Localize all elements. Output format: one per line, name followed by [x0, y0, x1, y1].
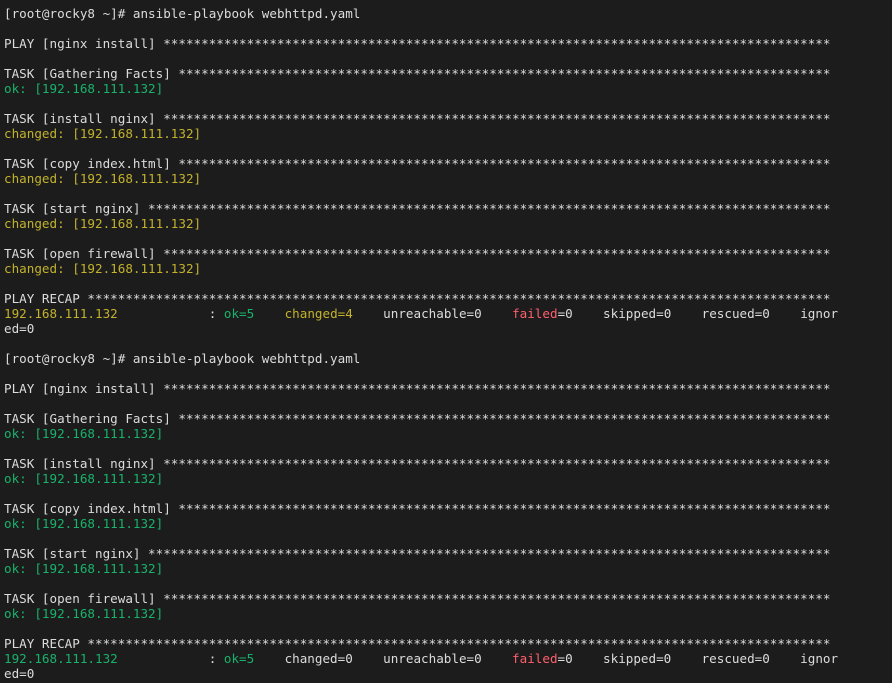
terminal-line: ed=0: [4, 321, 888, 336]
terminal-text-default: [254, 306, 284, 321]
terminal-text-changed: changed: [192.168.111.132]: [4, 261, 202, 276]
terminal-line: changed: [192.168.111.132]: [4, 261, 888, 276]
terminal-text-default: TASK [open firewall] *******************…: [4, 246, 831, 261]
terminal-text-default: ed=0: [4, 666, 35, 681]
terminal-text-changed: changed: [192.168.111.132]: [4, 216, 202, 231]
terminal-text-changed: 192.168.111.132: [4, 306, 118, 321]
terminal-line: TASK [start nginx] *********************…: [4, 201, 888, 216]
terminal-text-default: PLAY RECAP *****************************…: [4, 291, 831, 306]
terminal-line: PLAY [nginx install] *******************…: [4, 36, 888, 51]
terminal-text-default: TASK [start nginx] *********************…: [4, 201, 831, 216]
terminal-text-ok: ok=5: [223, 306, 255, 321]
terminal-line: ok: [192.168.111.132]: [4, 516, 888, 531]
terminal-text-ok: ok: [192.168.111.132]: [4, 426, 164, 441]
terminal-line: TASK [Gathering Facts] *****************…: [4, 66, 888, 81]
terminal-text-default: TASK [open firewall] *******************…: [4, 591, 831, 606]
terminal-text-default: PLAY [nginx install] *******************…: [4, 381, 831, 396]
terminal-line: 192.168.111.132 : ok=5 changed=0 unreach…: [4, 651, 888, 666]
terminal-text-ok: ok=5: [223, 651, 255, 666]
terminal-text-default: :: [117, 651, 224, 666]
terminal-line: changed: [192.168.111.132]: [4, 216, 888, 231]
terminal-line: TASK [Gathering Facts] *****************…: [4, 411, 888, 426]
terminal-line: ed=0: [4, 666, 888, 681]
terminal-text-default: PLAY [nginx install] *******************…: [4, 36, 831, 51]
terminal-text-ok: ok: [192.168.111.132]: [4, 81, 164, 96]
terminal-line: PLAY RECAP *****************************…: [4, 636, 888, 651]
terminal-text-default: TASK [Gathering Facts] *****************…: [4, 411, 831, 426]
terminal-text-failed: failed: [512, 651, 558, 666]
terminal-line: TASK [copy index.html] *****************…: [4, 501, 888, 516]
terminal-line: [root@rocky8 ~]# ansible-playbook webhtt…: [4, 6, 888, 21]
terminal-text-default: TASK [start nginx] *********************…: [4, 546, 831, 561]
terminal-line: [root@rocky8 ~]# ansible-playbook webhtt…: [4, 351, 888, 366]
terminal-text-default: =0 skipped=0 rescued=0 ignor: [557, 651, 839, 666]
terminal-text-ok: ok: [192.168.111.132]: [4, 516, 164, 531]
terminal-line: PLAY RECAP *****************************…: [4, 291, 888, 306]
terminal-line: ok: [192.168.111.132]: [4, 606, 888, 621]
terminal-line: TASK [open firewall] *******************…: [4, 591, 888, 606]
terminal-line: ok: [192.168.111.132]: [4, 81, 888, 96]
terminal-line: changed: [192.168.111.132]: [4, 171, 888, 186]
terminal-line: ok: [192.168.111.132]: [4, 561, 888, 576]
terminal-text-default: changed=0 unreachable=0: [254, 651, 513, 666]
terminal-text-default: TASK [copy index.html] *****************…: [4, 501, 831, 516]
terminal-line: TASK [install nginx] *******************…: [4, 456, 888, 471]
terminal-line: TASK [start nginx] *********************…: [4, 546, 888, 561]
terminal-text-default: ed=0: [4, 321, 35, 336]
terminal-text-ok: ok: [192.168.111.132]: [4, 606, 164, 621]
terminal-text-default: :: [117, 306, 224, 321]
terminal-line: ok: [192.168.111.132]: [4, 471, 888, 486]
terminal-text-default: [root@rocky8 ~]# ansible-playbook webhtt…: [4, 351, 361, 366]
terminal-text-changed: changed: [192.168.111.132]: [4, 171, 202, 186]
terminal-text-ok: ok: [192.168.111.132]: [4, 471, 164, 486]
terminal-line: 192.168.111.132 : ok=5 changed=4 unreach…: [4, 306, 888, 321]
terminal-text-default: [root@rocky8 ~]# ansible-playbook webhtt…: [4, 6, 361, 21]
terminal-text-changed: changed: [192.168.111.132]: [4, 126, 202, 141]
terminal-text-failed: failed: [512, 306, 558, 321]
terminal-text-ok: ok: [192.168.111.132]: [4, 561, 164, 576]
terminal-line: TASK [copy index.html] *****************…: [4, 156, 888, 171]
terminal-text-default: TASK [copy index.html] *****************…: [4, 156, 831, 171]
terminal-text-default: unreachable=0: [352, 306, 513, 321]
terminal-line: TASK [open firewall] *******************…: [4, 246, 888, 261]
terminal-text-default: TASK [Gathering Facts] *****************…: [4, 66, 831, 81]
terminal-text-ok: 192.168.111.132: [4, 651, 118, 666]
terminal-text-default: TASK [install nginx] *******************…: [4, 111, 831, 126]
terminal-line: changed: [192.168.111.132]: [4, 126, 888, 141]
terminal-line: ok: [192.168.111.132]: [4, 426, 888, 441]
terminal-text-default: TASK [install nginx] *******************…: [4, 456, 831, 471]
terminal-text-default: =0 skipped=0 rescued=0 ignor: [557, 306, 839, 321]
terminal-text-changed: changed=4: [284, 306, 353, 321]
terminal-line: PLAY [nginx install] *******************…: [4, 381, 888, 396]
terminal-output[interactable]: ************[root@rocky8 ~]# ansible-pla…: [4, 0, 888, 683]
terminal-text-default: PLAY RECAP *****************************…: [4, 636, 831, 651]
terminal-line: TASK [install nginx] *******************…: [4, 111, 888, 126]
terminal-text-partial: ************: [4, 0, 125, 6]
